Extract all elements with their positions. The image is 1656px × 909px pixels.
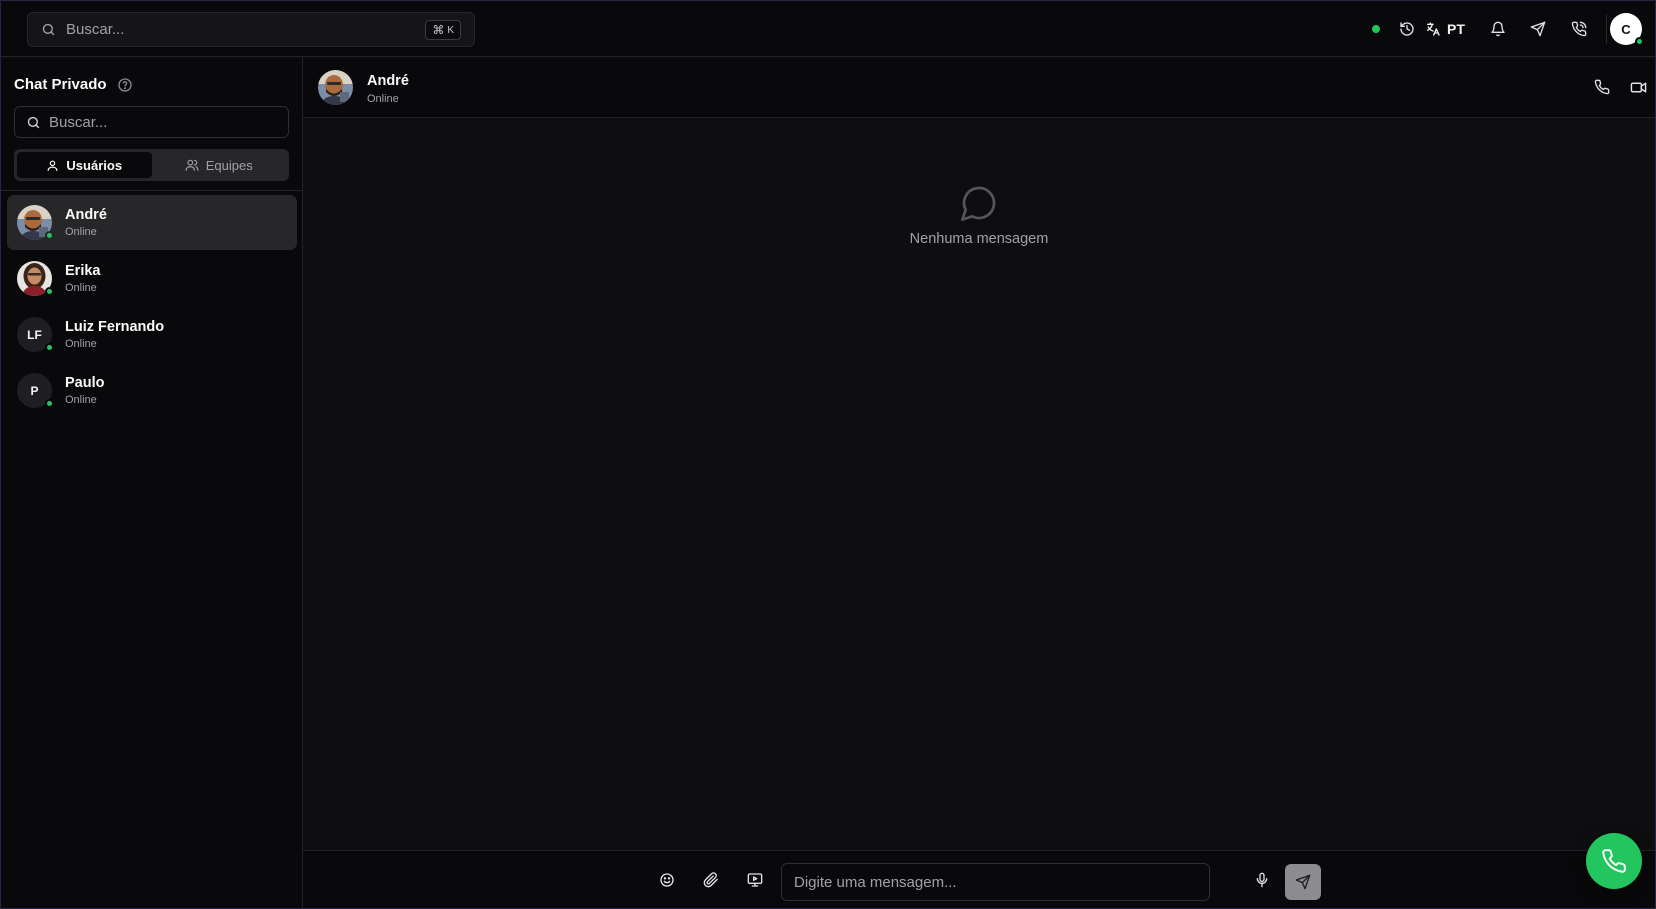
- phone-icon: [1602, 849, 1626, 873]
- contact-item-luiz-fernando[interactable]: LF Luiz Fernando Online: [7, 307, 297, 362]
- attach-button[interactable]: [699, 868, 723, 892]
- send-icon: [1530, 21, 1546, 37]
- contact-item-andre[interactable]: André Online: [7, 195, 297, 250]
- top-bar: Buscar... ⌘ K PT C: [1, 1, 1655, 57]
- topbar-divider: [1606, 14, 1607, 44]
- contact-item-erika[interactable]: Erika Online: [7, 251, 297, 306]
- online-status-dot: [45, 399, 54, 408]
- global-search[interactable]: Buscar... ⌘ K: [27, 12, 475, 47]
- chat-header: André Online: [303, 58, 1655, 118]
- microphone-icon: [1256, 872, 1268, 888]
- avatar-initials: P: [30, 383, 39, 398]
- avatar[interactable]: [318, 70, 353, 105]
- bell-icon: [1491, 21, 1505, 37]
- shortcut-key: K: [447, 24, 454, 36]
- video-call-button[interactable]: [1627, 74, 1649, 100]
- contact-list: André Online Erika Online LF Luiz Fernan…: [7, 195, 297, 419]
- help-icon[interactable]: [117, 77, 133, 93]
- contact-search-input[interactable]: Buscar...: [14, 106, 289, 138]
- search-icon: [27, 116, 40, 128]
- avatar: LF: [17, 317, 54, 352]
- users-icon: [185, 159, 199, 171]
- paperclip-icon: [703, 872, 718, 888]
- search-shortcut-badge: ⌘ K: [425, 20, 461, 40]
- voice-call-button[interactable]: [1591, 74, 1613, 100]
- history-button[interactable]: [1393, 1, 1421, 57]
- contact-name: Erika: [65, 263, 101, 279]
- avatar-initials: LF: [27, 327, 42, 342]
- screen-share-button[interactable]: [743, 868, 767, 892]
- send-button[interactable]: [1285, 864, 1321, 900]
- contact-item-paulo[interactable]: P Paulo Online: [7, 363, 297, 418]
- smile-icon: [660, 873, 674, 887]
- search-icon: [42, 23, 55, 36]
- user-icon: [47, 160, 58, 171]
- chat-contact-status: Online: [367, 93, 399, 105]
- contact-status: Online: [65, 226, 97, 238]
- empty-state: Nenhuma mensagem: [303, 183, 1655, 247]
- contact-status: Online: [65, 394, 97, 406]
- sidebar-header: Chat Privado: [14, 76, 133, 93]
- contact-status: Online: [65, 338, 97, 350]
- global-search-placeholder: Buscar...: [66, 21, 125, 38]
- chat-sidebar: Chat Privado Buscar... Usuários Equipes: [1, 58, 303, 908]
- online-status-dot: [45, 343, 54, 352]
- contact-name: André: [65, 207, 107, 223]
- user-initial: C: [1621, 21, 1631, 37]
- user-status-dot: [1635, 37, 1644, 46]
- sidebar-title: Chat Privado: [14, 76, 107, 93]
- chat-contact-name: André: [367, 73, 409, 89]
- contact-name: Paulo: [65, 375, 105, 391]
- message-circle-icon: [959, 183, 999, 223]
- phone-icon: [1594, 79, 1610, 95]
- chat-header-actions: [1591, 74, 1649, 100]
- tab-equipes[interactable]: Equipes: [152, 152, 287, 178]
- user-avatar[interactable]: C: [1610, 13, 1644, 46]
- connection-status-dot: [1372, 25, 1380, 33]
- floating-call-button[interactable]: [1586, 833, 1642, 889]
- send-icon: [1295, 874, 1311, 890]
- sidebar-divider: [1, 190, 302, 191]
- empty-state-text: Nenhuma mensagem: [909, 231, 1049, 247]
- online-status-dot: [45, 231, 54, 240]
- send-message-button[interactable]: [1524, 1, 1552, 57]
- language-switcher[interactable]: PT: [1423, 1, 1467, 57]
- emoji-button[interactable]: [655, 868, 679, 892]
- command-key-icon: ⌘: [432, 23, 445, 37]
- app-window: Buscar... ⌘ K PT C Chat Privado Buscar..…: [0, 0, 1656, 909]
- message-input[interactable]: [781, 863, 1210, 901]
- language-label: PT: [1447, 21, 1465, 37]
- notifications-button[interactable]: [1484, 1, 1512, 57]
- online-status-dot: [45, 287, 54, 296]
- avatar: [17, 205, 54, 240]
- message-composer: [303, 850, 1655, 908]
- avatar: P: [17, 373, 54, 408]
- phone-call-icon: [1571, 21, 1587, 37]
- tab-usuarios-label: Usuários: [66, 157, 123, 173]
- tab-equipes-label: Equipes: [205, 157, 253, 173]
- contact-status: Online: [65, 282, 97, 294]
- translate-icon: [1427, 22, 1440, 36]
- voice-message-button[interactable]: [1250, 868, 1274, 892]
- contact-search-placeholder: Buscar...: [49, 113, 108, 131]
- screen-share-icon: [747, 873, 763, 887]
- chat-panel: André Online Nenhuma mensagem: [303, 58, 1655, 908]
- history-icon: [1400, 22, 1414, 36]
- contact-name: Luiz Fernando: [65, 319, 165, 335]
- calls-button[interactable]: [1565, 1, 1593, 57]
- tab-usuarios[interactable]: Usuários: [17, 152, 152, 178]
- video-icon: [1630, 82, 1646, 92]
- contact-type-tabs: Usuários Equipes: [14, 149, 289, 181]
- avatar: [17, 261, 54, 296]
